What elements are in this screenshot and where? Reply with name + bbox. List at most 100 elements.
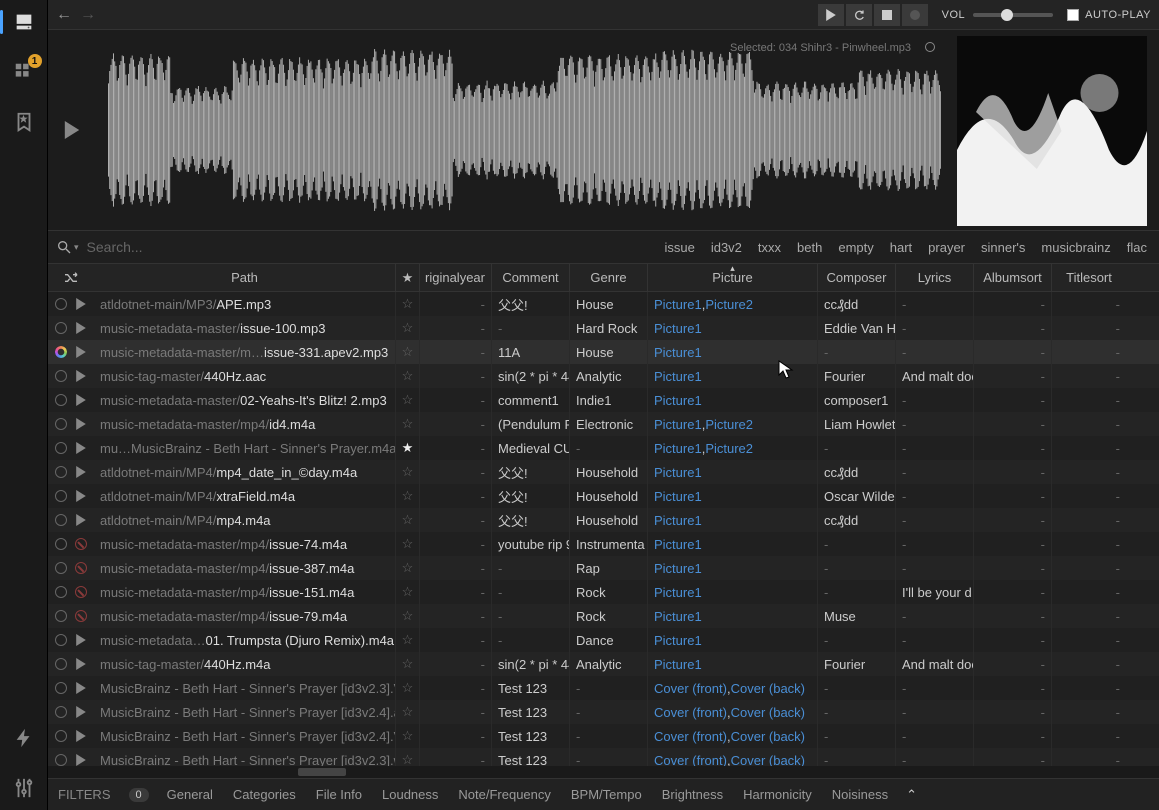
table-row[interactable]: MusicBrainz - Beth Hart - Sinner's Praye…	[48, 676, 1159, 700]
picture-link[interactable]: Cover (front)	[654, 753, 727, 767]
rail-bolt[interactable]	[8, 722, 40, 754]
picture-link[interactable]: Picture1	[654, 609, 702, 624]
star-toggle[interactable]: ☆	[396, 676, 420, 700]
picture-link[interactable]: Picture1	[654, 465, 702, 480]
picture-link[interactable]: Cover (back)	[731, 729, 805, 744]
col-albumsort[interactable]: Albumsort	[974, 264, 1052, 291]
stop-button[interactable]	[874, 4, 900, 26]
star-toggle[interactable]: ☆	[396, 580, 420, 604]
col-genre[interactable]: Genre	[570, 264, 648, 291]
play-icon[interactable]	[75, 394, 87, 406]
star-toggle[interactable]: ☆	[396, 532, 420, 556]
nav-back[interactable]: ←	[56, 6, 72, 24]
nav-forward[interactable]: →	[80, 6, 96, 24]
table-row[interactable]: atldotnet-main/MP4/mp4.m4a☆-父父!Household…	[48, 508, 1159, 532]
picture-link[interactable]: Cover (front)	[654, 729, 727, 744]
col-comment[interactable]: Comment	[492, 264, 570, 291]
record-button[interactable]	[902, 4, 928, 26]
filter-loudness[interactable]: Loudness	[382, 787, 438, 802]
wave-marker[interactable]	[925, 42, 935, 52]
picture-link[interactable]: Picture1	[654, 489, 702, 504]
filters-expand[interactable]: ⌃	[906, 787, 917, 803]
picture-link[interactable]: Picture1	[654, 657, 702, 672]
star-toggle[interactable]: ★	[396, 436, 420, 460]
autoplay-toggle[interactable]: AUTO-PLAY	[1067, 9, 1151, 21]
tag-id3v2[interactable]: id3v2	[707, 238, 746, 257]
picture-link[interactable]: Picture1	[654, 633, 702, 648]
picture-link[interactable]: Picture1	[654, 297, 702, 312]
tag-hart[interactable]: hart	[886, 238, 916, 257]
play-icon[interactable]	[75, 322, 87, 334]
picture-link[interactable]: Cover (back)	[731, 681, 805, 696]
filter-note-frequency[interactable]: Note/Frequency	[458, 787, 551, 802]
picture-link[interactable]: Picture1	[654, 537, 702, 552]
tag-issue[interactable]: issue	[660, 238, 698, 257]
play-icon[interactable]	[75, 514, 87, 526]
col-picture[interactable]: ▴Picture	[648, 264, 818, 291]
table-row[interactable]: MusicBrainz - Beth Hart - Sinner's Praye…	[48, 724, 1159, 748]
filter-general[interactable]: General	[167, 787, 213, 802]
table-row[interactable]: music-metadata-master/m…issue-331.apev2.…	[48, 340, 1159, 364]
picture-link[interactable]: Picture1	[654, 417, 702, 432]
col-path[interactable]: Path	[94, 264, 396, 291]
table-row[interactable]: music-metadata-master/mp4/issue-74.m4a☆-…	[48, 532, 1159, 556]
play-icon[interactable]	[75, 346, 87, 358]
play-icon[interactable]	[75, 370, 87, 382]
tag-empty[interactable]: empty	[834, 238, 877, 257]
star-toggle[interactable]: ☆	[396, 748, 420, 766]
star-toggle[interactable]: ☆	[396, 700, 420, 724]
search-icon[interactable]: ▾	[56, 239, 79, 255]
col-composer[interactable]: Composer	[818, 264, 896, 291]
table-row[interactable]: MusicBrainz - Beth Hart - Sinner's Praye…	[48, 748, 1159, 766]
picture-link[interactable]: Picture2	[705, 441, 753, 456]
star-toggle[interactable]: ☆	[396, 340, 420, 364]
table-row[interactable]: music-metadata-master/mp4/issue-79.m4a☆-…	[48, 604, 1159, 628]
star-toggle[interactable]: ☆	[396, 556, 420, 580]
picture-link[interactable]: Cover (back)	[731, 753, 805, 767]
tag-txxx[interactable]: txxx	[754, 238, 785, 257]
picture-link[interactable]: Picture2	[705, 297, 753, 312]
play-icon[interactable]	[75, 442, 87, 454]
table-row[interactable]: music-metadata-master/02-Yeahs-It's Blit…	[48, 388, 1159, 412]
table-row[interactable]: music-metadata-master/issue-100.mp3☆--Ha…	[48, 316, 1159, 340]
picture-link[interactable]: Picture1	[654, 513, 702, 528]
picture-link[interactable]: Picture1	[654, 369, 702, 384]
play-button[interactable]	[818, 4, 844, 26]
star-toggle[interactable]: ☆	[396, 388, 420, 412]
rail-disk[interactable]	[8, 6, 40, 38]
picture-link[interactable]: Cover (back)	[731, 705, 805, 720]
play-icon[interactable]	[75, 730, 87, 742]
table-row[interactable]: music-tag-master/440Hz.m4a☆-sin(2 * pi *…	[48, 652, 1159, 676]
filter-harmonicity[interactable]: Harmonicity	[743, 787, 812, 802]
star-toggle[interactable]: ☆	[396, 364, 420, 388]
play-icon[interactable]	[75, 634, 87, 646]
play-icon[interactable]	[75, 754, 87, 766]
volume-slider[interactable]	[973, 13, 1053, 17]
filter-categories[interactable]: Categories	[233, 787, 296, 802]
wave-play[interactable]	[52, 36, 92, 224]
play-icon[interactable]	[75, 418, 87, 430]
table-row[interactable]: MusicBrainz - Beth Hart - Sinner's Praye…	[48, 700, 1159, 724]
star-toggle[interactable]: ☆	[396, 628, 420, 652]
search-input[interactable]	[87, 239, 661, 255]
star-toggle[interactable]: ☆	[396, 292, 420, 316]
tag-flac[interactable]: flac	[1123, 238, 1151, 257]
picture-link[interactable]: Picture1	[654, 321, 702, 336]
table-row[interactable]: music-metadata-master/mp4/id4.m4a☆-(Pend…	[48, 412, 1159, 436]
col-titlesort[interactable]: Titlesort	[1052, 264, 1126, 291]
picture-link[interactable]: Picture2	[705, 417, 753, 432]
picture-link[interactable]: Picture1	[654, 393, 702, 408]
star-toggle[interactable]: ☆	[396, 652, 420, 676]
play-icon[interactable]	[75, 658, 87, 670]
filter-brightness[interactable]: Brightness	[662, 787, 723, 802]
picture-link[interactable]: Cover (front)	[654, 681, 727, 696]
picture-link[interactable]: Picture1	[654, 345, 702, 360]
col-star[interactable]: ★	[396, 264, 420, 291]
star-toggle[interactable]: ☆	[396, 484, 420, 508]
table-row[interactable]: atldotnet-main/MP4/xtraField.m4a☆-父父!Hou…	[48, 484, 1159, 508]
table-row[interactable]: atldotnet-main/MP3/APE.mp3☆-父父!HousePict…	[48, 292, 1159, 316]
star-toggle[interactable]: ☆	[396, 724, 420, 748]
tag-musicbrainz[interactable]: musicbrainz	[1037, 238, 1114, 257]
picture-link[interactable]: Picture1	[654, 561, 702, 576]
picture-link[interactable]: Picture1	[654, 441, 702, 456]
